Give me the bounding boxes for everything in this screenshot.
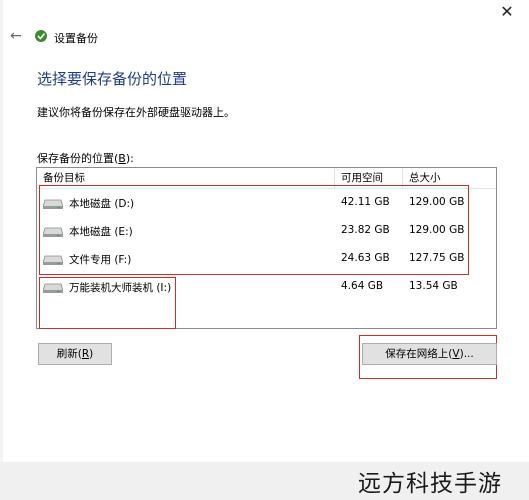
drive-name: 文件专用 (F:) [69, 254, 132, 266]
column-header-total-size[interactable]: 总大小 [403, 168, 496, 188]
window-edge [0, 0, 3, 462]
drive-row-f[interactable]: 文件专用 (F:) 24.63 GB 127.75 GB [37, 246, 496, 272]
close-icon[interactable]: ✕ [499, 4, 515, 20]
drive-total-size: 127.75 GB [409, 252, 465, 264]
drive-total-size: 13.54 GB [409, 280, 458, 292]
window-title: 设置备份 [54, 32, 98, 45]
hard-drive-icon [43, 255, 63, 265]
save-on-network-button[interactable]: 保存在网络上(V)... [362, 343, 497, 365]
hard-drive-icon [43, 283, 63, 293]
drive-row-i[interactable]: 万能装机大师装机 (I:) 4.64 GB 13.54 GB [37, 274, 496, 300]
backup-settings-window: ✕ ← 设置备份 选择要保存备份的位置 建议你将备份保存在外部硬盘驱动器上。 保… [0, 0, 529, 462]
drive-total-size: 129.00 GB [409, 196, 465, 208]
header-divider [37, 188, 496, 189]
drive-name: 本地磁盘 (E:) [69, 226, 133, 238]
drive-free-space: 42.11 GB [341, 196, 390, 208]
drive-total-size: 129.00 GB [409, 224, 465, 236]
location-list-label: 保存备份的位置(B): [37, 152, 134, 165]
hard-drive-icon [43, 227, 63, 237]
drive-row-e[interactable]: 本地磁盘 (E:) 23.82 GB 129.00 GB [37, 218, 496, 244]
drive-name: 万能装机大师装机 (I:) [69, 282, 172, 294]
backup-location-list[interactable]: 备份目标 可用空间 总大小 本地磁盘 (D:) 42.11 GB 129.00 … [36, 167, 497, 329]
back-arrow-icon[interactable]: ← [10, 28, 22, 44]
hard-drive-icon [43, 199, 63, 209]
backup-app-icon [35, 30, 47, 42]
drive-free-space: 4.64 GB [341, 280, 384, 292]
site-watermark: 远方科技手游 [358, 471, 502, 497]
refresh-button[interactable]: 刷新(R) [38, 343, 112, 365]
drive-free-space: 23.82 GB [341, 224, 390, 236]
column-header-target[interactable]: 备份目标 [37, 168, 335, 188]
drive-name: 本地磁盘 (D:) [69, 198, 135, 210]
page-description: 建议你将备份保存在外部硬盘驱动器上。 [37, 106, 235, 119]
column-header-free-space[interactable]: 可用空间 [335, 168, 403, 188]
drive-row-d[interactable]: 本地磁盘 (D:) 42.11 GB 129.00 GB [37, 190, 496, 216]
page-heading: 选择要保存备份的位置 [37, 70, 188, 88]
drive-free-space: 24.63 GB [341, 252, 390, 264]
